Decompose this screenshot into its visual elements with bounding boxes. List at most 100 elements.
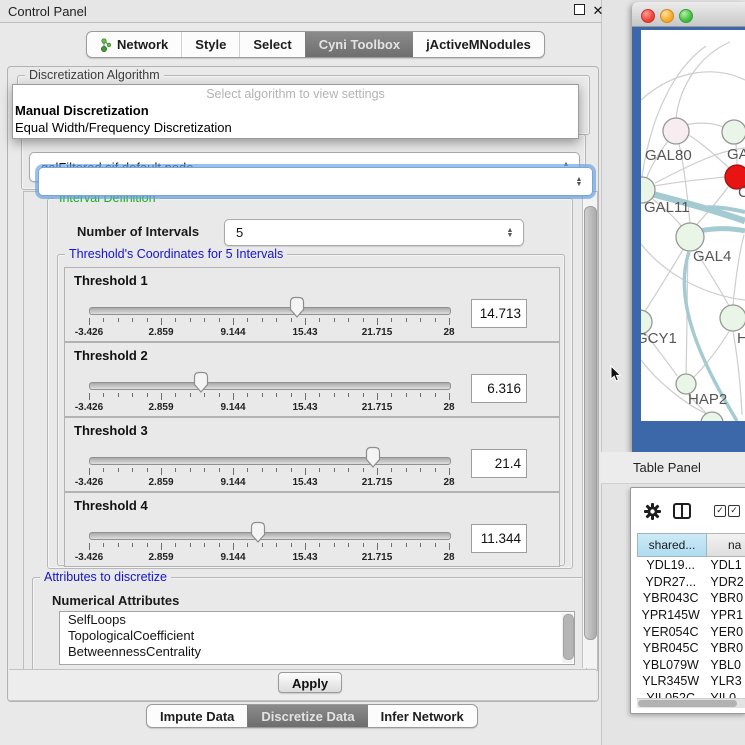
slider-track[interactable] xyxy=(89,382,451,390)
minimize-traffic-light-icon[interactable] xyxy=(660,9,674,23)
table-row[interactable]: YER054CYER0 xyxy=(637,623,745,640)
slider-tick xyxy=(89,543,90,550)
slider-tick-label: 21.715 xyxy=(362,477,393,488)
table-row[interactable]: YDL19...YDL1 xyxy=(637,557,745,574)
table-cell[interactable]: YIL0 xyxy=(704,691,745,698)
table-cell[interactable]: YBR045C xyxy=(637,641,704,655)
network-node[interactable] xyxy=(676,223,704,251)
tab-style[interactable]: Style xyxy=(181,32,239,57)
table-cell[interactable]: YBL079W xyxy=(637,658,704,672)
table-cell[interactable]: YBR043C xyxy=(637,591,704,605)
table-cell[interactable]: YIL052C xyxy=(637,691,704,698)
gear-icon[interactable] xyxy=(644,503,661,520)
popup-item-equal-width-frequency[interactable]: Equal Width/Frequency Discretization xyxy=(13,119,578,136)
attribute-list-item[interactable]: BetweennessCentrality xyxy=(60,644,574,660)
slider-ticks xyxy=(89,318,449,326)
slider-tick-label: 21.715 xyxy=(362,402,393,413)
table-cell[interactable]: YDR2 xyxy=(704,575,745,589)
close-traffic-light-icon[interactable] xyxy=(641,9,655,23)
slider-track[interactable] xyxy=(89,457,451,465)
tab-network[interactable]: Network xyxy=(87,32,181,57)
tab-impute-data[interactable]: Impute Data xyxy=(147,705,247,727)
float-window-icon[interactable] xyxy=(572,4,586,18)
partial-table-row[interactable]: YIL052C YIL0 xyxy=(637,690,745,698)
algorithm-combobox[interactable]: ▲▼ xyxy=(38,167,593,196)
slider-thumb[interactable] xyxy=(248,520,268,544)
table-row[interactable]: YLR345WYLR3 xyxy=(637,673,745,690)
settings-scroll-viewport: Interval Definition Number of Intervals … xyxy=(23,191,598,671)
network-node[interactable] xyxy=(663,118,689,144)
tab-discretize-data[interactable]: Discretize Data xyxy=(247,705,367,727)
table-row[interactable]: YBL079WYBL0 xyxy=(637,657,745,674)
slider-tick-label: -3.426 xyxy=(75,552,103,563)
table-cell[interactable]: YDL19... xyxy=(637,558,704,572)
table-cell[interactable]: YER0 xyxy=(704,625,745,639)
settings-scrollbar[interactable] xyxy=(582,192,597,668)
slider-thumb[interactable] xyxy=(191,370,211,394)
table-row[interactable]: YDR27...YDR2 xyxy=(637,574,745,591)
tab-infer-network[interactable]: Infer Network xyxy=(368,705,477,727)
threshold-value-field[interactable] xyxy=(471,374,527,403)
column-header-name[interactable]: na xyxy=(707,533,745,557)
table-cell[interactable]: YBR0 xyxy=(704,591,745,605)
table-cell[interactable]: YER054C xyxy=(637,625,704,639)
table-cell[interactable]: YDR27... xyxy=(637,575,704,589)
close-icon[interactable]: ✕ xyxy=(591,4,605,18)
num-intervals-value: 5 xyxy=(225,225,502,240)
list-scrollbar[interactable] xyxy=(562,613,573,663)
network-canvas[interactable]: GAL80GACGAL11GAL4GCY1HHAP2 xyxy=(641,30,745,421)
slider-tick-label: 15.43 xyxy=(292,327,317,338)
slider-tick xyxy=(420,543,421,547)
network-node[interactable] xyxy=(722,120,745,144)
num-intervals-spinner[interactable]: 5 ▲▼ xyxy=(224,219,524,246)
slider-tick xyxy=(161,543,162,550)
table-horizontal-scrollbar[interactable] xyxy=(637,698,745,708)
select-columns-icon[interactable]: ✓ ✓ xyxy=(714,505,740,517)
table-cell[interactable]: YPR145W xyxy=(637,608,704,622)
slider-tick xyxy=(449,543,450,550)
tab-jactivemnodules[interactable]: jActiveMNodules xyxy=(413,32,544,57)
table-cell[interactable]: YBL0 xyxy=(704,658,745,672)
list-scrollbar-thumb[interactable] xyxy=(563,614,574,660)
network-window-titlebar[interactable] xyxy=(632,2,745,27)
table-row[interactable]: YBR043CYBR0 xyxy=(637,590,745,607)
slider-tick xyxy=(262,318,263,322)
attribute-list-item[interactable]: TopologicalCoefficient xyxy=(60,628,574,644)
attribute-list-item[interactable]: SelfLoops xyxy=(60,612,574,628)
threshold-value-field[interactable] xyxy=(471,524,527,553)
network-node[interactable] xyxy=(720,305,745,331)
table-cell[interactable]: YDL1 xyxy=(704,558,745,572)
slider-tick xyxy=(334,393,335,397)
slider-track[interactable] xyxy=(89,307,451,315)
slider-track[interactable] xyxy=(89,532,451,540)
threshold-slider[interactable]: -3.4262.8599.14415.4321.71528 xyxy=(89,444,449,488)
slider-tick xyxy=(391,318,392,322)
slider-thumb[interactable] xyxy=(287,295,307,319)
slider-tick-labels: -3.4262.8599.14415.4321.71528 xyxy=(89,552,449,564)
table-cell[interactable]: YPR1 xyxy=(704,608,745,622)
table-row[interactable]: YPR145WYPR1 xyxy=(637,607,745,624)
table-row[interactable]: YBR045CYBR0 xyxy=(637,640,745,657)
table-cell[interactable]: YLR345W xyxy=(637,674,704,688)
slider-tick xyxy=(377,543,378,550)
column-header-shared-name[interactable]: shared... xyxy=(637,533,707,557)
threshold-slider[interactable]: -3.4262.8599.14415.4321.71528 xyxy=(89,294,449,338)
threshold-value-field[interactable] xyxy=(471,299,527,328)
tab-cyni-toolbox[interactable]: Cyni Toolbox xyxy=(305,32,413,57)
settings-scrollbar-thumb[interactable] xyxy=(584,206,597,640)
threshold-value-field[interactable] xyxy=(471,449,527,478)
tab-select[interactable]: Select xyxy=(239,32,304,57)
apply-button[interactable]: Apply xyxy=(278,672,342,693)
slider-tick xyxy=(132,543,133,547)
table-cell[interactable]: YBR0 xyxy=(704,641,745,655)
threshold-slider[interactable]: -3.4262.8599.14415.4321.71528 xyxy=(89,369,449,413)
numerical-attributes-list[interactable]: SelfLoopsTopologicalCoefficientBetweenne… xyxy=(59,611,575,665)
threshold-slider[interactable]: -3.4262.8599.14415.4321.71528 xyxy=(89,519,449,563)
zoom-traffic-light-icon[interactable] xyxy=(679,9,693,23)
slider-thumb[interactable] xyxy=(363,445,383,469)
interval-definition-group: Interval Definition Number of Intervals … xyxy=(47,198,573,569)
table-cell[interactable]: YLR3 xyxy=(704,674,745,688)
table-horizontal-scrollbar-thumb[interactable] xyxy=(638,700,737,707)
popup-item-manual-discretization[interactable]: Manual Discretization xyxy=(13,102,578,119)
split-columns-icon[interactable] xyxy=(673,503,691,519)
